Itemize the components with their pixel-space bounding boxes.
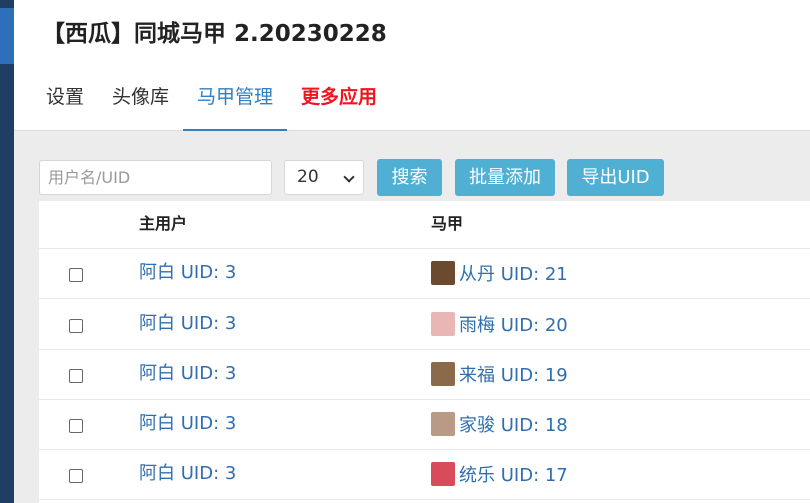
vest-cell[interactable]: 来福 UID: 19 — [431, 350, 568, 398]
vest-table: 主用户 马甲 阿白 UID: 3 从丹 UID: 21 阿白 UID: 3 雨梅… — [39, 201, 810, 503]
tab-more-apps[interactable]: 更多应用 — [287, 68, 391, 130]
page-header: 【西瓜】同城马甲 2.20230228 设置 头像库 马甲管理 更多应用 — [14, 0, 810, 131]
search-button[interactable]: 搜索 — [377, 159, 442, 196]
export-uid-button[interactable]: 导出UID — [567, 159, 664, 196]
tab-bar: 设置 头像库 马甲管理 更多应用 — [32, 68, 391, 131]
vest-avatar — [431, 462, 455, 486]
row-checkbox[interactable] — [69, 268, 83, 282]
row-checkbox[interactable] — [69, 369, 83, 383]
table-row: 阿白 UID: 3 从丹 UID: 21 — [39, 249, 810, 299]
main-user-link[interactable]: 阿白 UID: 3 — [139, 249, 236, 297]
page-size-value: 20 — [297, 167, 319, 187]
table-row: 阿白 UID: 3 雨梅 UID: 20 — [39, 300, 810, 350]
vest-avatar — [431, 362, 455, 386]
column-header-main-user: 主用户 — [139, 214, 188, 233]
tab-avatar-library[interactable]: 头像库 — [98, 68, 183, 130]
chevron-down-icon — [343, 171, 355, 183]
table-header: 主用户 马甲 — [39, 201, 810, 249]
vest-user-link[interactable]: 家骏 UID: 18 — [459, 411, 568, 437]
table-row: 阿白 UID: 3 来福 UID: 19 — [39, 350, 810, 400]
vest-user-link[interactable]: 统乐 UID: 17 — [459, 461, 568, 487]
tab-vest-management[interactable]: 马甲管理 — [183, 68, 288, 131]
vest-user-link[interactable]: 雨梅 UID: 20 — [459, 311, 568, 337]
vest-avatar — [431, 261, 455, 285]
search-input[interactable] — [39, 160, 272, 195]
vest-avatar — [431, 412, 455, 436]
row-checkbox[interactable] — [69, 469, 83, 483]
vest-user-link[interactable]: 从丹 UID: 21 — [459, 260, 568, 286]
table-row: 阿白 UID: 3 家骏 UID: 18 — [39, 400, 810, 450]
vest-cell[interactable]: 统乐 UID: 17 — [431, 450, 568, 498]
batch-add-button[interactable]: 批量添加 — [455, 159, 555, 196]
table-row: 阿白 UID: 3 统乐 UID: 17 — [39, 450, 810, 500]
vest-avatar — [431, 312, 455, 336]
vest-user-link[interactable]: 来福 UID: 19 — [459, 361, 568, 387]
main-user-link[interactable]: 阿白 UID: 3 — [139, 400, 236, 448]
row-checkbox[interactable] — [69, 419, 83, 433]
app-title: 【西瓜】同城马甲 2.20230228 — [42, 21, 387, 47]
vest-cell[interactable]: 从丹 UID: 21 — [431, 249, 568, 297]
tab-settings[interactable]: 设置 — [32, 68, 98, 130]
main-user-link[interactable]: 阿白 UID: 3 — [139, 300, 236, 348]
left-sidebar-rail — [0, 0, 14, 503]
main-user-link[interactable]: 阿白 UID: 3 — [139, 450, 236, 498]
column-header-vest: 马甲 — [431, 214, 464, 233]
sidebar-active-indicator — [0, 8, 14, 64]
vest-cell[interactable]: 雨梅 UID: 20 — [431, 300, 568, 348]
vest-cell[interactable]: 家骏 UID: 18 — [431, 400, 568, 448]
page-size-select[interactable]: 20 — [284, 160, 364, 195]
main-user-link[interactable]: 阿白 UID: 3 — [139, 350, 236, 398]
row-checkbox[interactable] — [69, 319, 83, 333]
